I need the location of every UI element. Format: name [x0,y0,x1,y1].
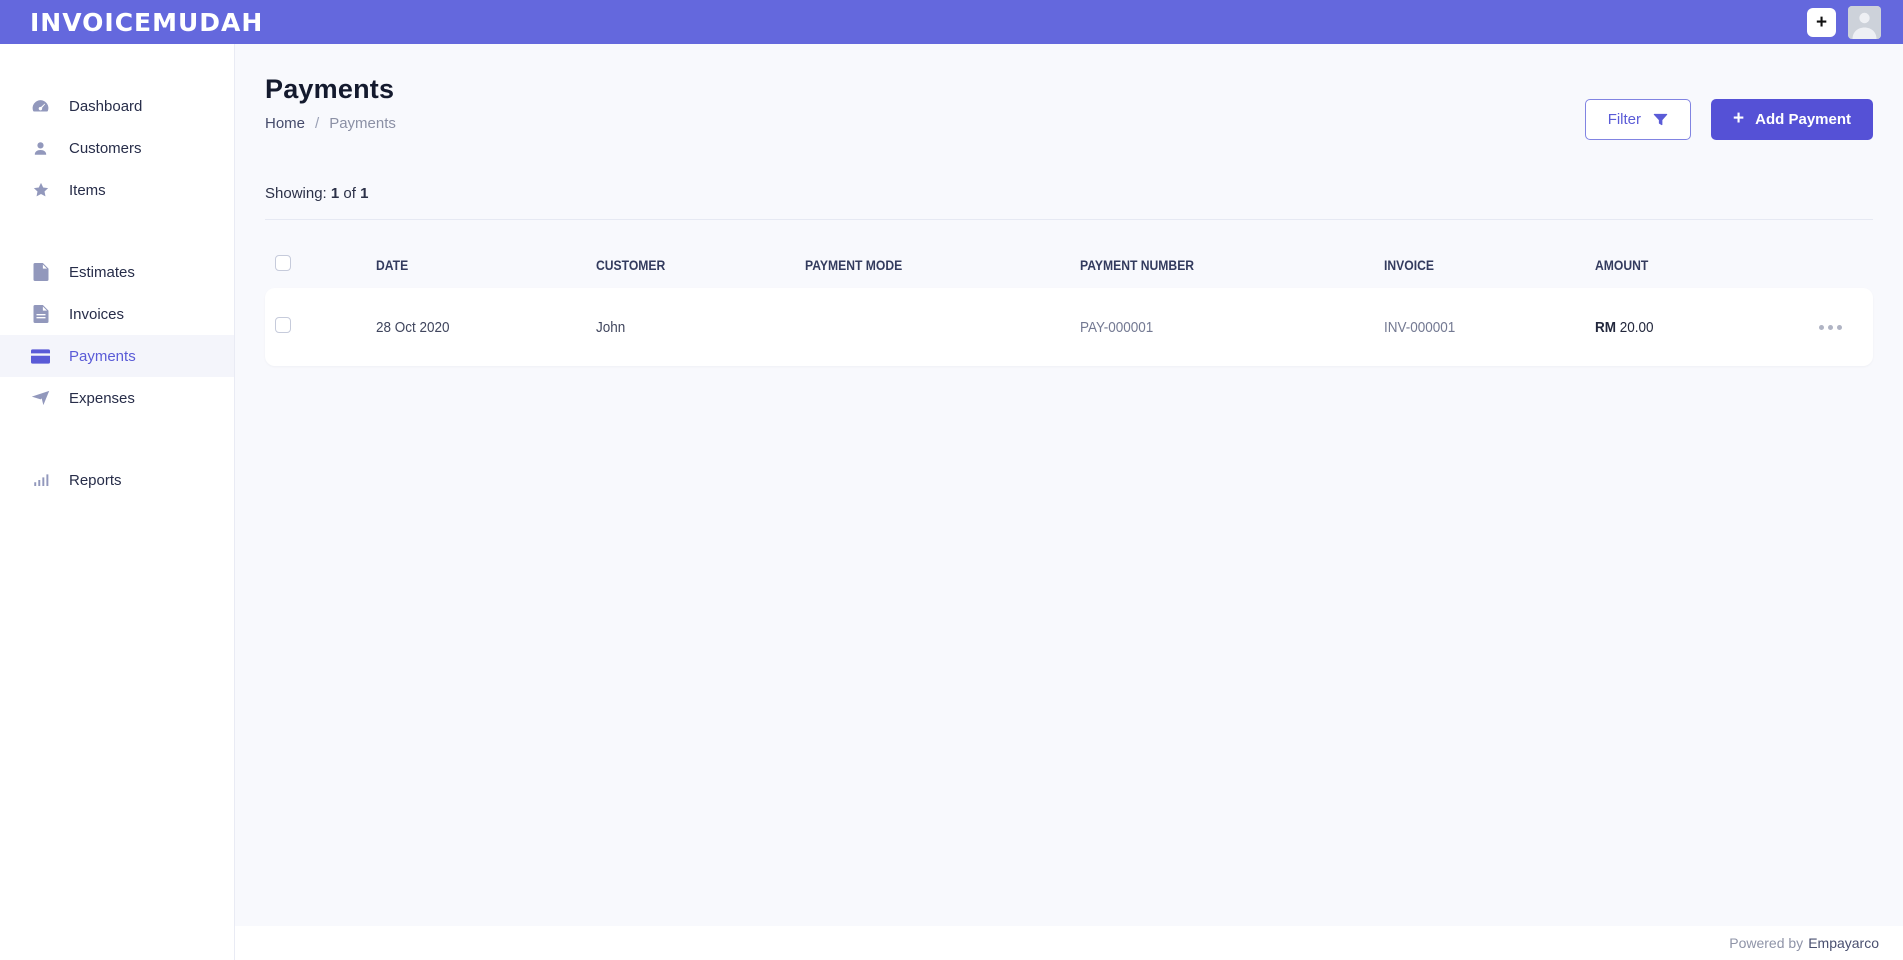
showing-current: 1 [330,185,340,202]
table-header-row: DATE CUSTOMER PAYMENT MODE PAYMENT NUMBE… [265,242,1873,288]
avatar-silhouette-icon [1848,5,1881,39]
sidebar-item-label: Reports [69,471,122,489]
star-icon [31,181,50,200]
showing-of: of [343,185,356,202]
filter-button[interactable]: Filter [1584,99,1692,140]
breadcrumb-separator: / [315,115,320,132]
topbar: INVOICEMUDAH + [0,0,1903,44]
showing-prefix: Showing: [265,185,327,202]
gauge-icon [31,97,50,116]
col-header-customer: CUSTOMER [596,257,666,273]
select-all-checkbox[interactable] [275,254,291,271]
row-checkbox[interactable] [275,316,291,333]
file-icon [31,263,50,282]
topbar-right: + [1807,5,1881,39]
sidebar: Dashboard Customers Items Estimates Invo… [0,44,235,960]
page-title: Payments [265,74,395,104]
col-header-payment-mode: PAYMENT MODE [805,257,903,273]
breadcrumb: Home / Payments [265,115,396,132]
row-actions-menu-button[interactable] [1817,319,1844,336]
sidebar-item-expenses[interactable]: Expenses [0,377,234,419]
row-checkbox-cell [265,316,376,338]
credit-card-icon [31,347,50,366]
sidebar-item-reports[interactable]: Reports [0,459,234,501]
showing-count: Showing: 1 of 1 [265,185,1873,202]
breadcrumb-current: Payments [329,115,396,132]
sidebar-item-payments[interactable]: Payments [0,335,234,377]
funnel-icon [1653,112,1668,127]
cell-invoice: INV-000001 [1384,318,1456,336]
sidebar-item-label: Invoices [69,305,125,323]
plus-icon: + [1815,11,1828,33]
showing-total: 1 [360,185,369,202]
cell-payment-number: PAY-000001 [1080,318,1154,336]
powered-by-text: Powered by [1729,935,1804,951]
divider [265,219,1873,220]
sidebar-item-invoices[interactable]: Invoices [0,293,234,335]
add-payment-button[interactable]: + Add Payment [1711,99,1873,140]
cell-date: 28 Oct 2020 [375,318,450,336]
empayarco-link[interactable]: Empayarco [1808,935,1879,951]
sidebar-item-label: Estimates [69,263,135,281]
paper-plane-icon [31,389,50,408]
add-payment-label: Add Payment [1755,111,1851,128]
payments-table: DATE CUSTOMER PAYMENT MODE PAYMENT NUMBE… [265,242,1873,366]
cell-customer: John [596,318,626,336]
col-header-date: DATE [375,257,409,273]
sidebar-item-estimates[interactable]: Estimates [0,251,234,293]
cell-actions [1817,319,1876,336]
user-avatar[interactable] [1848,5,1881,39]
col-header-payment-number: PAYMENT NUMBER [1080,257,1195,273]
cell-payment-mode [805,319,1080,336]
main-area: Payments Home / Payments Filter + Add Pa… [235,44,1903,960]
page-header: Payments Home / Payments Filter + Add Pa… [265,74,1873,140]
plus-icon: + [1733,108,1745,129]
header-checkbox-cell [265,254,376,276]
sidebar-item-label: Dashboard [69,97,143,115]
quick-add-button[interactable]: + [1807,7,1836,37]
table-row[interactable]: 28 Oct 2020 John PAY-000001 INV-000001 R… [265,288,1873,366]
title-block: Payments Home / Payments [265,74,396,132]
file-lines-icon [31,305,50,324]
user-icon [31,139,50,158]
ellipsis-icon [1818,324,1824,330]
filter-button-label: Filter [1607,111,1642,128]
breadcrumb-home-link[interactable]: Home [265,115,305,132]
col-header-amount: AMOUNT [1594,257,1649,273]
app-logo[interactable]: INVOICEMUDAH [30,8,263,37]
amount-currency: RM [1594,318,1616,336]
sidebar-item-label: Items [69,181,106,199]
header-actions: Filter + Add Payment [1584,99,1873,140]
footer: Powered by Empayarco [235,926,1903,960]
sidebar-item-customers[interactable]: Customers [0,127,234,169]
amount-value: 20.00 [1619,318,1654,336]
sidebar-item-dashboard[interactable]: Dashboard [0,85,234,127]
sidebar-item-label: Customers [69,139,142,157]
sidebar-item-label: Payments [69,347,136,365]
sidebar-item-label: Expenses [69,389,135,407]
bar-chart-icon [31,471,50,490]
cell-amount: RM 20.00 [1595,319,1817,336]
sidebar-item-items[interactable]: Items [0,169,234,211]
col-header-invoice: INVOICE [1384,257,1435,273]
content: Payments Home / Payments Filter + Add Pa… [235,44,1903,926]
